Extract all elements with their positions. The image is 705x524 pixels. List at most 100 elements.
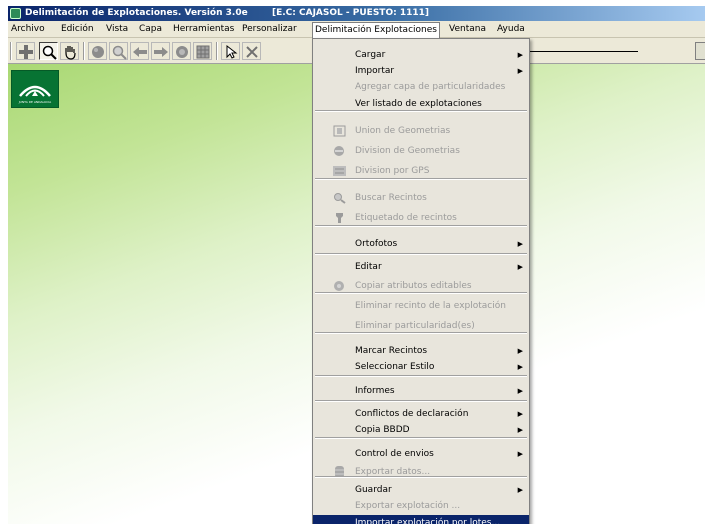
menu-ayuda[interactable]: Ayuda [495,23,527,36]
toolbar-separator [83,42,85,60]
cut-icon [246,46,258,58]
menu-item-label: Ortofotos [355,239,398,249]
menu-herramientas[interactable]: Herramientas [171,23,236,36]
menu-separator [315,375,527,377]
menu-delimitacion-explotaciones[interactable]: Delimitación Explotaciones [312,22,440,38]
menu-item-label: Importar explotación por lotes... [355,518,501,524]
menu-item-label: Informes [355,386,395,396]
menu-item-editar[interactable]: Editar ▶ [313,259,529,275]
menu-edicion[interactable]: Edición [59,23,96,36]
app-icon [10,8,21,19]
toolbar-overflow-button[interactable] [695,42,705,60]
menu-item-guardar[interactable]: Guardar ▶ [313,482,529,498]
gps-icon [333,166,346,176]
app-window: Delimitación de Explotaciones. Versión 3… [8,6,705,524]
globe-button[interactable] [88,42,107,60]
menu-separator [315,178,527,180]
menu-item-label: Marcar Recintos [355,346,428,356]
menu-item-label: Buscar Recintos [355,193,427,203]
menu-item-label: Seleccionar Estilo [355,362,435,372]
menu-separator [315,437,527,439]
menu-separator [315,292,527,294]
menu-separator [315,400,527,402]
pointer-button[interactable] [221,42,240,60]
submenu-arrow-icon: ▶ [517,426,523,434]
menu-capa[interactable]: Capa [137,23,164,36]
menu-item-label: Importar [355,66,395,76]
menu-item-control-de-envios[interactable]: Control de envios ▶ [313,446,529,462]
menu-item-label: Guardar [355,485,392,495]
pan-button[interactable] [60,42,79,60]
submenu-arrow-icon: ▶ [517,410,523,418]
menu-archivo[interactable]: Archivo [9,23,47,36]
menu-item-label: Division por GPS [355,166,430,176]
copy-icon [334,281,344,291]
menu-bar: Archivo Edición Vista Capa Herramientas … [8,21,705,38]
menu-item-ortofotos[interactable]: Ortofotos ▶ [313,236,529,252]
menu-item-union-de-geometrias: Union de Geometrias [313,123,529,139]
menu-item-label: Division de Geometrias [355,146,460,156]
back-arrow-icon [133,47,147,57]
add-button[interactable] [16,42,35,60]
menu-item-label: Exportar explotación ... [355,501,461,511]
forward-arrow-icon [154,47,168,57]
menu-personalizar[interactable]: Personalizar [240,23,299,36]
menu-separator [315,225,527,227]
union-icon [333,125,346,137]
zoom-icon [42,45,57,60]
search-icon [334,193,346,204]
menu-item-label: Control de envios [355,449,434,459]
title-bar[interactable]: Delimitación de Explotaciones. Versión 3… [8,6,705,21]
submenu-arrow-icon: ▶ [517,387,523,395]
menu-item-importar-explotacion-por-lotes[interactable]: Importar explotación por lotes... [313,515,529,524]
pan-hand-icon [65,46,76,60]
submenu-arrow-icon: ▶ [517,450,523,458]
submenu-arrow-icon: ▶ [517,67,523,75]
menu-item-agregar-capa-de-particularidades: Agregar capa de particularidades [313,79,529,95]
zoom-out-icon [112,45,127,60]
menu-item-label: Editar [355,262,382,272]
menu-separator [315,253,527,255]
menu-vista[interactable]: Vista [104,23,130,36]
pin-icon [336,213,343,223]
submenu-arrow-icon: ▶ [517,240,523,248]
menu-item-division-por-gps: Division por GPS [313,163,529,179]
scale-bar [528,51,638,52]
menu-item-cargar[interactable]: Cargar ▶ [313,47,529,63]
pointer-icon [226,44,238,59]
grid-icon [196,45,210,59]
menu-item-exportar-explotacion: Exportar explotación ... [313,498,529,514]
menu-item-conflictos-de-declaracion[interactable]: Conflictos de declaración ▶ [313,406,529,422]
menu-item-informes[interactable]: Informes ▶ [313,383,529,399]
division-icon [334,146,344,156]
menu-item-label: Etiquetado de recintos [355,213,457,223]
logo-caption: JUNTA DE ANDALUCIA [18,100,52,104]
menu-separator [315,476,527,478]
menu-item-buscar-recintos: Buscar Recintos [313,190,529,206]
forward-button[interactable] [151,42,170,60]
grid-button[interactable] [193,42,212,60]
menu-separator [315,332,527,334]
toolbar-separator [216,42,218,60]
menu-item-label: Agregar capa de particularidades [355,82,506,92]
back-button[interactable] [130,42,149,60]
add-icon [19,45,33,59]
session-info: [E.C: CAJASOL - PUESTO: 1111] [272,8,429,18]
menu-ventana[interactable]: Ventana [447,23,488,36]
menu-item-seleccionar-estilo[interactable]: Seleccionar Estilo ▶ [313,359,529,375]
menu-item-division-de-geometrias: Division de Geometrias [313,143,529,159]
menu-item-importar[interactable]: Importar ▶ [313,63,529,79]
menu-item-marcar-recintos[interactable]: Marcar Recintos ▶ [313,343,529,359]
menu-item-eliminar-recinto-de-la-explotacion: Eliminar recinto de la explotación [313,298,529,314]
submenu-arrow-icon: ▶ [517,347,523,355]
menu-item-copia-bbdd[interactable]: Copia BBDD ▶ [313,422,529,438]
junta-andalucia-logo: JUNTA DE ANDALUCIA [11,70,59,108]
cut-button[interactable] [242,42,261,60]
zoom-out-button[interactable] [109,42,128,60]
zoom-button[interactable] [39,42,58,60]
submenu-arrow-icon: ▶ [517,486,523,494]
menu-item-label: Cargar [355,50,386,60]
window-title: Delimitación de Explotaciones. Versión 3… [25,8,248,18]
globe-icon [92,46,104,58]
refresh-button[interactable] [172,42,191,60]
